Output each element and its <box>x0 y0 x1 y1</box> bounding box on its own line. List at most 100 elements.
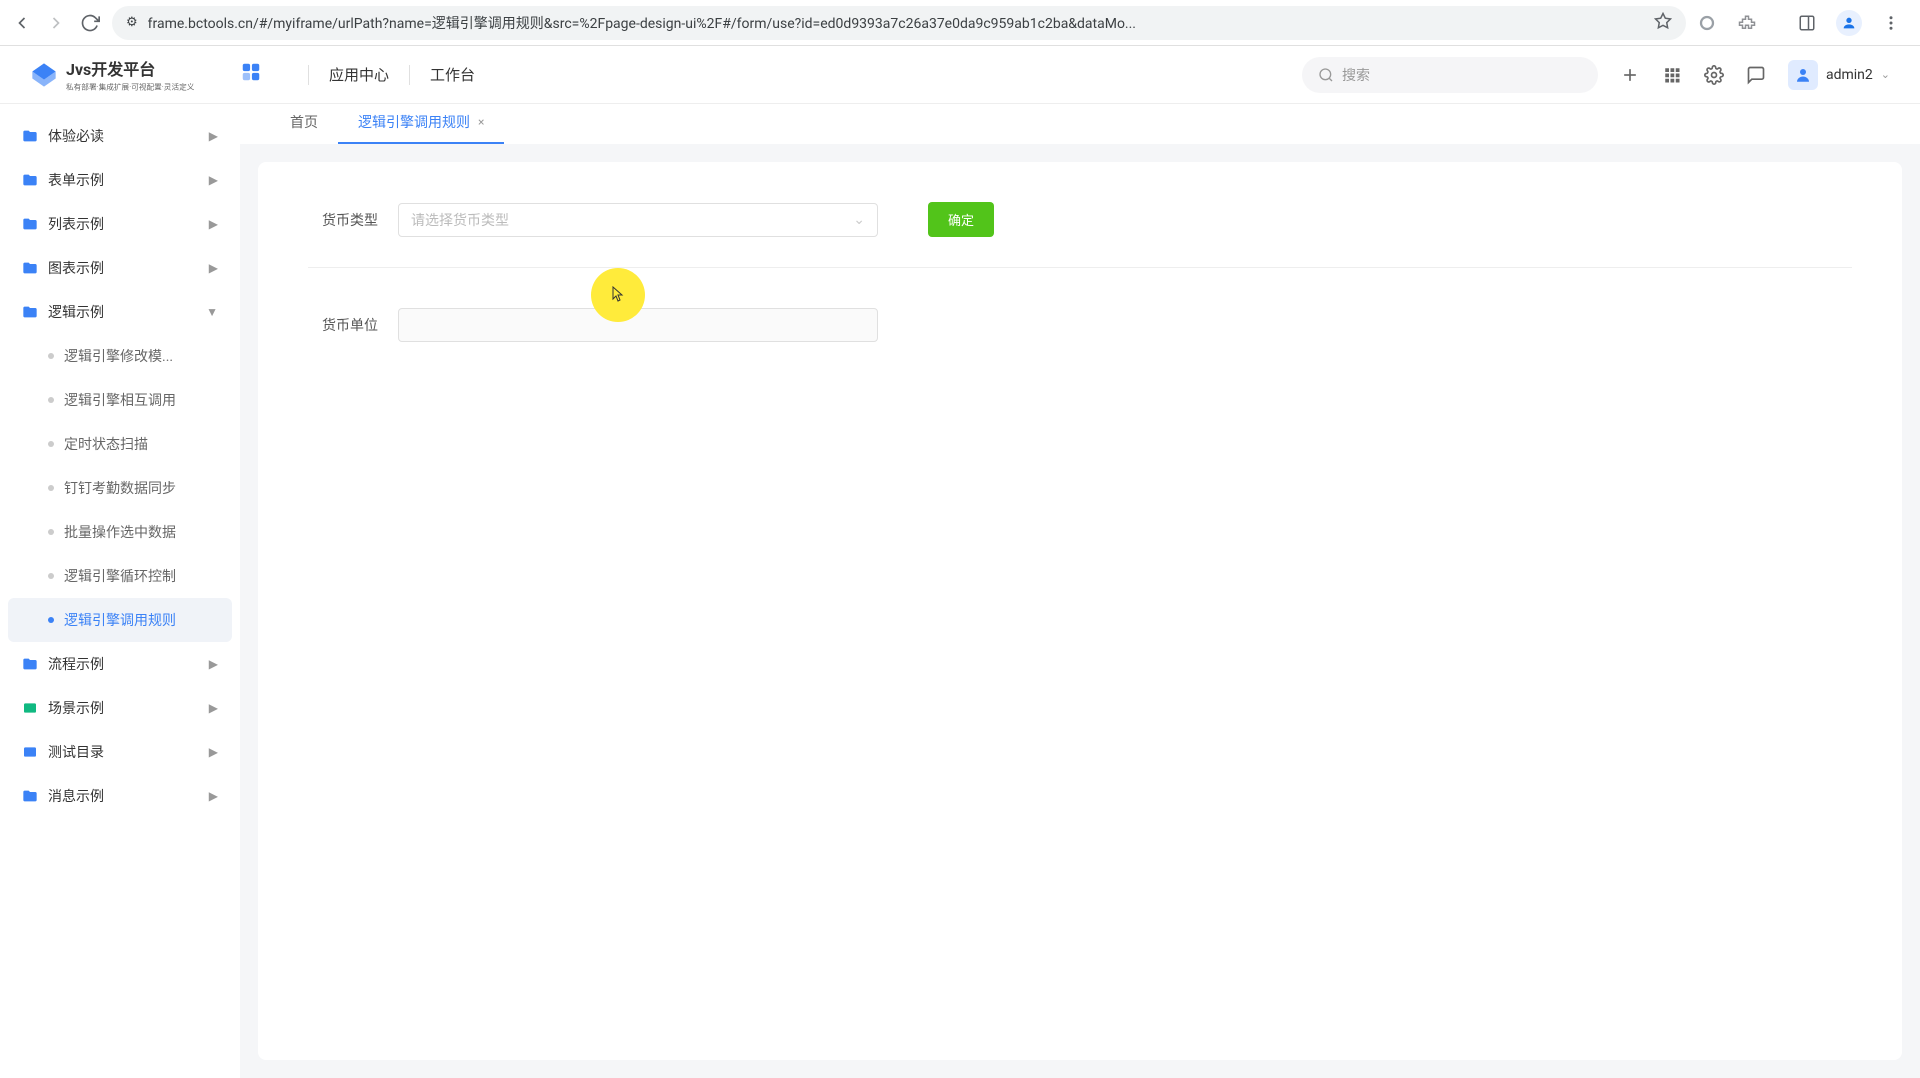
currency-type-select[interactable]: 请选择货币类型 ⌄ <box>398 203 878 237</box>
search-placeholder: 搜索 <box>1342 65 1370 85</box>
sidebar-label: 图表示例 <box>48 258 199 278</box>
chevron-down-icon: ⌄ <box>853 212 865 228</box>
user-menu[interactable]: admin2 ⌄ <box>1788 60 1890 90</box>
currency-type-label: 货币类型 <box>308 210 378 230</box>
tab-home[interactable]: 首页 <box>270 102 338 144</box>
sidebar-subitem-rules[interactable]: 逻辑引擎调用规则 <box>8 598 232 642</box>
folder-icon <box>22 128 38 144</box>
sidebar-item-scene[interactable]: 场景示例 ▶ <box>8 686 232 730</box>
sidebar-sublabel: 钉钉考勤数据同步 <box>64 478 176 498</box>
tabs-bar: 首页 逻辑引擎调用规则 × <box>240 104 1920 144</box>
sidebar-label: 场景示例 <box>48 698 199 718</box>
reload-button[interactable] <box>78 11 102 35</box>
menu-icon[interactable] <box>1880 12 1902 34</box>
profile-avatar[interactable] <box>1836 10 1862 36</box>
circle-icon[interactable] <box>1696 12 1718 34</box>
sidebar-sublabel: 批量操作选中数据 <box>64 522 176 542</box>
url-text: frame.bctools.cn/#/myiframe/urlPath?name… <box>148 13 1644 33</box>
folder-icon <box>22 788 38 804</box>
sidebar-subitem-loop[interactable]: 逻辑引擎循环控制 <box>8 554 232 598</box>
logo[interactable]: Jvs开发平台 私有部署·集成扩展·可视配置·灵活定义 <box>30 56 240 93</box>
close-icon[interactable]: × <box>478 115 484 129</box>
confirm-button[interactable]: 确定 <box>928 202 994 237</box>
sidebar-label: 消息示例 <box>48 786 199 806</box>
folder-icon <box>22 304 38 320</box>
currency-unit-row: 货币单位 <box>308 308 1852 342</box>
chevron-right-icon: ▶ <box>209 261 218 275</box>
message-icon[interactable] <box>1746 65 1766 85</box>
logo-subtitle: 私有部署·集成扩展·可视配置·灵活定义 <box>66 81 194 92</box>
folder-icon <box>22 216 38 232</box>
chevron-right-icon: ▶ <box>209 745 218 759</box>
tab-logic-rules[interactable]: 逻辑引擎调用规则 × <box>338 102 504 144</box>
bullet-icon <box>48 397 54 403</box>
tab-label: 逻辑引擎调用规则 <box>358 112 470 132</box>
sidebar-item-experience[interactable]: 体验必读 ▶ <box>8 114 232 158</box>
folder-icon <box>22 172 38 188</box>
cursor-icon <box>611 286 625 304</box>
sidebar-subitem-mutual[interactable]: 逻辑引擎相互调用 <box>8 378 232 422</box>
sidebar-label: 逻辑示例 <box>48 302 196 322</box>
sidebar-label: 测试目录 <box>48 742 199 762</box>
chevron-right-icon: ▶ <box>209 217 218 231</box>
chevron-right-icon: ▶ <box>209 129 218 143</box>
bullet-icon <box>48 485 54 491</box>
nav-workspace[interactable]: 工作台 <box>430 64 475 85</box>
back-button[interactable] <box>10 11 34 35</box>
extensions-icon[interactable] <box>1736 12 1758 34</box>
sidebar-item-message[interactable]: 消息示例 ▶ <box>8 774 232 818</box>
sidebar-subitem-modify[interactable]: 逻辑引擎修改模... <box>8 334 232 378</box>
sidebar-item-flow[interactable]: 流程示例 ▶ <box>8 642 232 686</box>
sidebar-label: 列表示例 <box>48 214 199 234</box>
chevron-right-icon: ▶ <box>209 173 218 187</box>
bullet-icon <box>48 353 54 359</box>
chevron-right-icon: ▶ <box>209 789 218 803</box>
divider <box>308 267 1852 268</box>
currency-unit-label: 货币单位 <box>308 315 378 335</box>
cursor-highlight <box>591 268 645 322</box>
logo-title: Jvs开发平台 <box>66 56 217 80</box>
divider <box>409 65 410 85</box>
sidebar-item-list[interactable]: 列表示例 ▶ <box>8 202 232 246</box>
logo-icon <box>30 61 58 89</box>
folder-icon <box>22 700 38 716</box>
sidebar-subitem-batch[interactable]: 批量操作选中数据 <box>8 510 232 554</box>
search-input[interactable]: 搜索 <box>1302 57 1598 93</box>
user-avatar-icon <box>1788 60 1818 90</box>
bullet-icon <box>48 617 54 623</box>
sidebar-item-form[interactable]: 表单示例 ▶ <box>8 158 232 202</box>
bullet-icon <box>48 529 54 535</box>
apps-grid-icon[interactable] <box>1662 65 1682 85</box>
currency-type-row: 货币类型 请选择货币类型 ⌄ 确定 <box>308 202 1852 237</box>
chevron-down-icon: ▼ <box>206 305 218 319</box>
sidebar: 体验必读 ▶ 表单示例 ▶ 列表示例 ▶ 图表示例 ▶ 逻辑示例 ▼ 逻辑引擎修… <box>0 104 240 1078</box>
chevron-down-icon: ⌄ <box>1881 68 1890 81</box>
sidebar-item-chart[interactable]: 图表示例 ▶ <box>8 246 232 290</box>
sidebar-sublabel: 逻辑引擎循环控制 <box>64 566 176 586</box>
username: admin2 <box>1826 67 1873 83</box>
sidebar-label: 体验必读 <box>48 126 199 146</box>
folder-icon <box>22 656 38 672</box>
chevron-right-icon: ▶ <box>209 701 218 715</box>
sidebar-subitem-timer[interactable]: 定时状态扫描 <box>8 422 232 466</box>
address-bar[interactable]: ⚙ frame.bctools.cn/#/myiframe/urlPath?na… <box>112 6 1686 40</box>
sidebar-item-logic[interactable]: 逻辑示例 ▼ <box>8 290 232 334</box>
sidebar-subitem-dingtalk[interactable]: 钉钉考勤数据同步 <box>8 466 232 510</box>
settings-icon[interactable] <box>1704 65 1724 85</box>
star-icon[interactable] <box>1654 12 1672 34</box>
forward-button[interactable] <box>44 11 68 35</box>
sidepanel-icon[interactable] <box>1796 12 1818 34</box>
select-placeholder: 请选择货币类型 <box>411 210 509 230</box>
menu-grid-icon[interactable] <box>240 61 268 89</box>
form-panel: 货币类型 请选择货币类型 ⌄ 确定 货币单位 <box>258 162 1902 1060</box>
plus-icon[interactable] <box>1620 65 1640 85</box>
sidebar-item-test[interactable]: 测试目录 ▶ <box>8 730 232 774</box>
nav-app-center[interactable]: 应用中心 <box>329 64 389 85</box>
sidebar-sublabel: 逻辑引擎调用规则 <box>64 610 176 630</box>
sidebar-sublabel: 定时状态扫描 <box>64 434 148 454</box>
site-info-icon[interactable]: ⚙ <box>126 15 138 30</box>
bullet-icon <box>48 441 54 447</box>
bullet-icon <box>48 573 54 579</box>
sidebar-label: 表单示例 <box>48 170 199 190</box>
sidebar-sublabel: 逻辑引擎修改模... <box>64 346 173 366</box>
